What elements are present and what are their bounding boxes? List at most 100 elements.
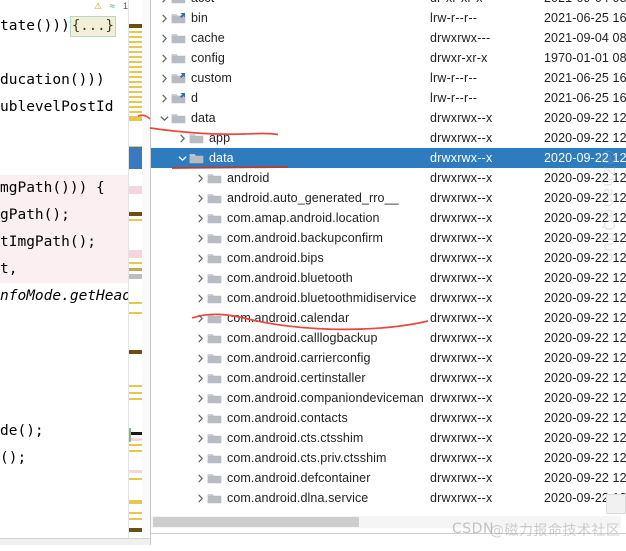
file-explorer-row[interactable]: com.android.carrierconfig drwxrwx--x 2020-… — [151, 348, 626, 368]
file-explorer-name-cell[interactable]: com.android.defcontainer — [193, 468, 370, 488]
error-marker-stripe[interactable] — [128, 0, 142, 545]
file-explorer-name-cell[interactable]: data — [175, 148, 234, 168]
error-stripe-mark[interactable] — [129, 31, 142, 33]
file-explorer-name-cell[interactable]: d — [157, 88, 198, 108]
error-stripe-mark[interactable] — [129, 219, 142, 221]
error-stripe-mark[interactable] — [129, 450, 142, 452]
chevron-right-icon[interactable] — [175, 128, 189, 148]
file-explorer-name-cell[interactable]: com.android.cts.priv.ctsshim — [193, 448, 387, 468]
chevron-right-icon[interactable] — [157, 28, 171, 48]
error-stripe-mark[interactable] — [129, 106, 142, 108]
file-explorer-name-cell[interactable]: com.android.bluetooth — [193, 268, 353, 288]
file-explorer-row[interactable]: com.android.calendar drwxrwx--x 2020-09-22… — [151, 308, 626, 328]
error-stripe-mark[interactable] — [129, 41, 142, 43]
file-explorer-name-cell[interactable]: android — [193, 168, 269, 188]
file-explorer-name-cell[interactable]: com.android.carrierconfig — [193, 348, 371, 368]
chevron-right-icon[interactable] — [193, 328, 207, 348]
file-explorer-row[interactable]: com.android.bluetoothmidiservice drwxrwx-… — [151, 288, 626, 308]
file-explorer-name-cell[interactable]: android.auto_generated_rro__ — [193, 188, 399, 208]
editor-scrollbar-thumb[interactable] — [129, 147, 142, 169]
file-explorer-row[interactable]: datadrwxrwx--x2020-09-22 12:59 — [151, 108, 626, 128]
error-stripe-mark[interactable] — [129, 51, 142, 53]
file-explorer-row[interactable]: com.android.certinstaller drwxrwx--x 2020-… — [151, 368, 626, 388]
code-fold-placeholder[interactable]: {...} — [69, 16, 116, 37]
error-stripe-mark[interactable] — [129, 302, 142, 304]
chevron-right-icon[interactable] — [193, 208, 207, 228]
error-stripe-mark[interactable] — [129, 24, 142, 28]
file-explorer-row[interactable]: com.android.dlna.service drwxrwx--x 2020-0… — [151, 488, 626, 508]
chevron-right-icon[interactable] — [193, 308, 207, 328]
file-explorer-row[interactable]: com.android.bluetooth drwxrwx--x 2020-09-2… — [151, 268, 626, 288]
chevron-right-icon[interactable] — [157, 0, 171, 8]
file-explorer-row[interactable]: com.android.cts.priv.ctsshim drwxrwx--x 20… — [151, 448, 626, 468]
file-explorer-row[interactable]: com.amap.android.location drwxrwx--x 2020-… — [151, 208, 626, 228]
error-stripe-mark[interactable] — [129, 71, 142, 73]
error-stripe-mark[interactable] — [129, 111, 142, 113]
error-stripe-mark[interactable] — [129, 268, 142, 271]
error-stripe-mark[interactable] — [129, 56, 142, 58]
chevron-right-icon[interactable] — [193, 468, 207, 488]
chevron-right-icon[interactable] — [157, 48, 171, 68]
error-stripe-mark[interactable] — [129, 262, 142, 264]
chevron-right-icon[interactable] — [193, 388, 207, 408]
file-explorer-row[interactable]: com.android.cts.ctsshim drwxrwx--x 2020-09… — [151, 428, 626, 448]
file-explorer-name-cell[interactable]: com.amap.android.location — [193, 208, 380, 228]
file-explorer-name-cell[interactable]: com.android.dlna.service — [193, 488, 368, 508]
chevron-right-icon[interactable] — [193, 368, 207, 388]
error-stripe-mark[interactable] — [129, 518, 142, 520]
file-explorer-row[interactable]: android.auto_generated_rro__ drwxrwx--x 20… — [151, 188, 626, 208]
file-explorer-name-cell[interactable]: com.android.bluetoothmidiservice — [193, 288, 416, 308]
file-explorer-name-cell[interactable]: app — [175, 128, 230, 148]
error-stripe-mark[interactable] — [129, 116, 142, 121]
chevron-right-icon[interactable] — [193, 228, 207, 248]
file-explorer-name-cell[interactable]: data — [157, 108, 216, 128]
editor-vertical-scrollbar[interactable] — [142, 0, 150, 545]
file-explorer-row[interactable]: com.android.defcontainer drwxrwx--x 2020-0… — [151, 468, 626, 488]
file-explorer-row[interactable]: datadrwxrwx--x2020-09-22 12:59 — [151, 148, 626, 168]
file-explorer-row[interactable]: com.android.contacts drwxrwx--x 2020-09-22… — [151, 408, 626, 428]
file-explorer-name-cell[interactable]: com.android.cts.ctsshim — [193, 428, 363, 448]
chevron-right-icon[interactable] — [193, 248, 207, 268]
error-stripe-mark[interactable] — [129, 528, 142, 532]
file-explorer-name-cell[interactable]: com.android.bips — [193, 248, 324, 268]
error-stripe-mark[interactable] — [129, 186, 142, 194]
file-explorer-row[interactable]: com.android.calllogbackup drwxrwx--x 2020-… — [151, 328, 626, 348]
file-explorer-name-cell[interactable]: com.android.calendar — [193, 308, 349, 328]
chevron-right-icon[interactable] — [193, 348, 207, 368]
file-explorer-name-cell[interactable]: com.android.certinstaller — [193, 368, 366, 388]
chevron-right-icon[interactable] — [193, 268, 207, 288]
code-text-area[interactable]: tate())) {...} ducation())) ublevelPostId mg… — [0, 13, 131, 545]
file-explorer-name-cell[interactable]: cache — [157, 28, 225, 48]
error-stripe-mark[interactable] — [129, 398, 142, 400]
file-explorer-row[interactable]: acct dr-xr-xr-x 2021-09-04 08:22 — [151, 0, 626, 8]
error-stripe-mark[interactable] — [129, 385, 142, 387]
file-explorer-row[interactable]: bin lrw-r--r-- 2021-06-25 16:53 — [151, 8, 626, 28]
file-explorer-row[interactable]: cache drwxrwx--- 2021-09-04 08:23 — [151, 28, 626, 48]
file-explorer-row[interactable]: app drwxrwx--x 2020-09-22 12:59 — [151, 128, 626, 148]
chevron-right-icon[interactable] — [193, 408, 207, 428]
file-explorer-row[interactable]: com.android.backupconfirm drwxrwx--x 2020-… — [151, 228, 626, 248]
file-explorer-name-cell[interactable]: acct — [157, 0, 214, 8]
file-explorer-horizontal-scrollbar-thumb[interactable] — [153, 517, 359, 527]
error-stripe-mark[interactable] — [129, 250, 142, 258]
file-explorer-row[interactable]: d lrw-r--r-- 2021-06-25 16:53 — [151, 88, 626, 108]
chevron-down-icon[interactable] — [175, 148, 189, 168]
error-stripe-mark[interactable] — [129, 350, 142, 354]
file-explorer-name-cell[interactable]: config — [157, 48, 225, 68]
chevron-right-icon[interactable] — [193, 428, 207, 448]
file-explorer-name-cell[interactable]: custom — [157, 68, 232, 88]
error-stripe-mark[interactable] — [129, 478, 142, 480]
error-stripe-mark[interactable] — [129, 61, 142, 63]
file-explorer-row[interactable]: androiddrwxrwx--x2020-09-22 12:59 — [151, 168, 626, 188]
error-stripe-mark[interactable] — [129, 312, 142, 314]
error-stripe-mark[interactable] — [129, 101, 142, 103]
file-explorer-row[interactable]: config drwxr-xr-x 1970-01-01 08:00 — [151, 48, 626, 68]
chevron-right-icon[interactable] — [157, 68, 171, 88]
error-stripe-mark[interactable] — [129, 46, 142, 48]
error-stripe-mark[interactable] — [129, 274, 142, 279]
file-explorer-name-cell[interactable]: com.android.contacts — [193, 408, 348, 428]
device-file-explorer-tree[interactable]: acct dr-xr-xr-x 2021-09-04 08:22 bin lrw-r--… — [151, 0, 626, 512]
file-explorer-row[interactable]: custom lrw-r--r-- 2021-06-25 16:53 — [151, 68, 626, 88]
file-explorer-name-cell[interactable]: com.android.backupconfirm — [193, 228, 383, 248]
chevron-right-icon[interactable] — [157, 88, 171, 108]
